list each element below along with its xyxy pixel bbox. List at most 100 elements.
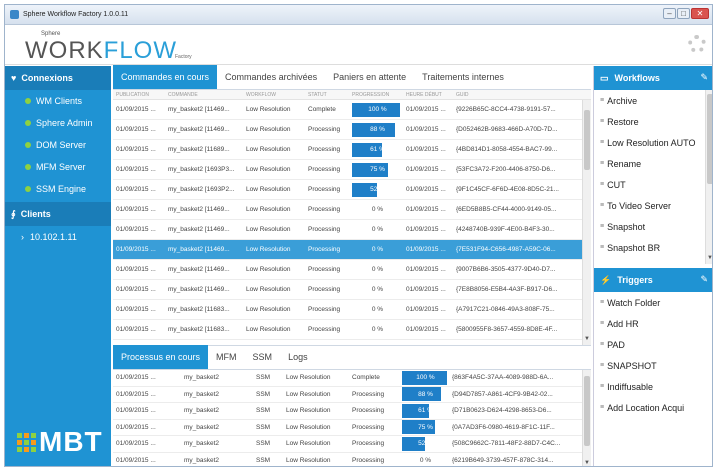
- column-header[interactable]: Workflow: [243, 92, 305, 98]
- status-cell: Processing: [308, 306, 341, 313]
- close-button[interactable]: ✕: [691, 8, 709, 19]
- workflow-cell: Low Resolution: [286, 407, 331, 415]
- sidebar-item-label: MFM Server: [36, 162, 86, 172]
- edit-icon[interactable]: ✎: [700, 72, 708, 83]
- process-row[interactable]: 01/09/2015 ... my_basket2 SSM Low Resolutio…: [113, 436, 582, 453]
- table-row[interactable]: 01/09/2015 ... my_basket2 [11683... Low Re…: [113, 300, 582, 320]
- process-row[interactable]: 01/09/2015 ... my_basket2 SSM Low Resolutio…: [113, 420, 582, 436]
- workflow-cell: Low Resolution: [246, 166, 291, 173]
- trigger-item[interactable]: ≡ Indiffusable: [594, 376, 712, 397]
- tab-process-2[interactable]: SSM: [245, 345, 281, 369]
- trigger-item[interactable]: ≡ Add Location Acqui: [594, 397, 712, 418]
- progress-cell: 52 %: [399, 436, 449, 451]
- chevron-down-icon[interactable]: ▼: [583, 336, 591, 345]
- sidebar-item-connexion[interactable]: WM Clients: [5, 90, 111, 112]
- process-row[interactable]: 01/09/2015 ... my_basket2 SSM Low Resolutio…: [113, 453, 582, 467]
- connexions-header[interactable]: ♥ Connexions: [5, 66, 111, 90]
- edit-icon[interactable]: ✎: [700, 274, 708, 285]
- engine-cell: SSM: [256, 390, 271, 398]
- start-time-cell: 01/09/2015 ...: [406, 146, 446, 153]
- trigger-item[interactable]: ≡ Watch Folder: [594, 292, 712, 313]
- status-dot-icon: [25, 120, 31, 126]
- workflows-scrollbar[interactable]: ▼: [705, 90, 712, 264]
- sidebar-item-connexion[interactable]: SSM Engine: [5, 178, 111, 200]
- orders-scrollbar[interactable]: ▼: [582, 100, 591, 345]
- chevron-right-icon: ›: [21, 232, 24, 242]
- column-header[interactable]: Progression: [349, 92, 403, 98]
- trigger-item[interactable]: ≡ SNAPSHOT: [594, 355, 712, 376]
- status-cell: Processing: [308, 186, 341, 193]
- publication-cell: 01/09/2015 ...: [116, 106, 156, 113]
- workflow-item[interactable]: ≡ Snapshot BR: [594, 237, 712, 258]
- minimize-button[interactable]: –: [663, 8, 676, 19]
- table-row[interactable]: 01/09/2015 ... my_basket2 [11689... Low Re…: [113, 140, 582, 160]
- sidebar-item-connexion[interactable]: MFM Server: [5, 156, 111, 178]
- publication-cell: 01/09/2015 ...: [116, 186, 156, 193]
- basket-cell: my_basket2: [184, 456, 220, 464]
- progress-cell: 75 %: [399, 420, 449, 435]
- workflow-item[interactable]: ≡ Archive: [594, 90, 712, 111]
- workflow-item[interactable]: ≡ Restore: [594, 111, 712, 132]
- table-row[interactable]: 01/09/2015 ... my_basket2 [1693P2... Low R…: [113, 180, 582, 200]
- guid-cell: {508C9662C-7811-48F2-88D7-C4C...: [452, 440, 561, 448]
- clients-header[interactable]: ∮ Clients: [5, 202, 111, 226]
- bullet-icon: ≡: [600, 244, 605, 251]
- process-row[interactable]: 01/09/2015 ... my_basket2 SSM Low Resolutio…: [113, 403, 582, 420]
- start-time-cell: 01/09/2015 ...: [406, 246, 446, 253]
- table-row[interactable]: 01/09/2015 ... my_basket2 [11469... Low Re…: [113, 220, 582, 240]
- triggers-header[interactable]: ⚡ Triggers ✎: [594, 268, 712, 292]
- column-header[interactable]: Statut: [305, 92, 349, 98]
- process-scrollbar[interactable]: ▼: [582, 370, 591, 466]
- workflow-item[interactable]: ≡ CUT: [594, 174, 712, 195]
- column-header[interactable]: Guid: [453, 92, 571, 98]
- status-cell: Processing: [352, 440, 385, 448]
- table-row[interactable]: 01/09/2015 ... my_basket2 [11469... Low Re…: [113, 120, 582, 140]
- table-row[interactable]: 01/09/2015 ... my_basket2 [11683... Low Re…: [113, 320, 582, 340]
- column-header[interactable]: Heure début: [403, 92, 453, 98]
- process-row[interactable]: 01/09/2015 ... my_basket2 SSM Low Resolutio…: [113, 387, 582, 403]
- settings-gear-icon[interactable]: [688, 35, 706, 53]
- tab-process-0[interactable]: Processus en cours: [113, 345, 209, 369]
- progress-bar: 75 %: [402, 420, 449, 435]
- tab-orders-3[interactable]: Traitements internes: [414, 65, 512, 89]
- column-header[interactable]: Commande: [165, 92, 243, 98]
- table-row[interactable]: 01/09/2015 ... my_basket2 [11469... Low Re…: [113, 200, 582, 220]
- table-row[interactable]: 01/09/2015 ... my_basket2 [11469... Low Re…: [113, 260, 582, 280]
- trigger-item-label: Add HR: [607, 318, 639, 329]
- workflow-item[interactable]: ≡ Rename: [594, 153, 712, 174]
- sidebar-item-connexion[interactable]: DOM Server: [5, 134, 111, 156]
- table-row[interactable]: 01/09/2015 ... my_basket2 [11469... Low Re…: [113, 280, 582, 300]
- start-time-cell: 01/09/2015 ...: [406, 166, 446, 173]
- workflow-item[interactable]: ≡ Low Resolution AUTO: [594, 132, 712, 153]
- maximize-button[interactable]: □: [677, 8, 690, 19]
- workflow-item[interactable]: ≡ To Video Server: [594, 195, 712, 216]
- workflow-item-label: To Video Server: [607, 200, 671, 211]
- progress-cell: 0 %: [349, 323, 403, 337]
- tab-orders-1[interactable]: Commandes archivées: [217, 65, 325, 89]
- table-row[interactable]: 01/09/2015 ... my_basket2 [11469... Low Re…: [113, 100, 582, 120]
- right-panel: ▭ Workflows ✎ ≡ Archive ≡ Restore ≡ Low Resol…: [593, 66, 712, 466]
- sidebar-item-client[interactable]: › 10.102.1.11: [5, 226, 111, 248]
- workflow-item[interactable]: ≡ Snapshot: [594, 216, 712, 237]
- trigger-item[interactable]: ≡ PAD: [594, 334, 712, 355]
- process-row[interactable]: 01/09/2015 ... my_basket2 SSM Low Resolutio…: [113, 370, 582, 387]
- tab-process-1[interactable]: MFM: [208, 345, 245, 369]
- column-header[interactable]: Publication: [113, 92, 165, 98]
- tab-orders-2[interactable]: Paniers en attente: [325, 65, 414, 89]
- table-row[interactable]: 01/09/2015 ... my_basket2 [1693P3... Low R…: [113, 160, 582, 180]
- workflow-item-label: Snapshot BR: [607, 242, 661, 253]
- order-cell: my_basket2 [1693P3...: [168, 166, 235, 173]
- workflows-header[interactable]: ▭ Workflows ✎: [594, 66, 712, 90]
- main-panel: Commandes en cours Commandes archivées Pan…: [113, 65, 591, 467]
- sidebar-item-connexion[interactable]: Sphere Admin: [5, 112, 111, 134]
- tab-orders-0[interactable]: Commandes en cours: [113, 65, 218, 89]
- status-cell: Processing: [352, 423, 385, 431]
- progress-bar: 0 %: [352, 323, 403, 337]
- chevron-down-icon[interactable]: ▼: [583, 460, 591, 466]
- app-window: Sphere Workflow Factory 1.0.0.11 – □ ✕ S…: [4, 4, 713, 467]
- tab-process-3[interactable]: Logs: [280, 345, 316, 369]
- table-row[interactable]: 01/09/2015 ... my_basket2 [11469... Low Re…: [113, 240, 582, 260]
- trigger-item[interactable]: ≡ Add HR: [594, 313, 712, 334]
- guid-cell: {7E8B8056-E5B4-4A3F-B917-D6...: [456, 286, 558, 293]
- progress-cell: 0 %: [349, 263, 403, 277]
